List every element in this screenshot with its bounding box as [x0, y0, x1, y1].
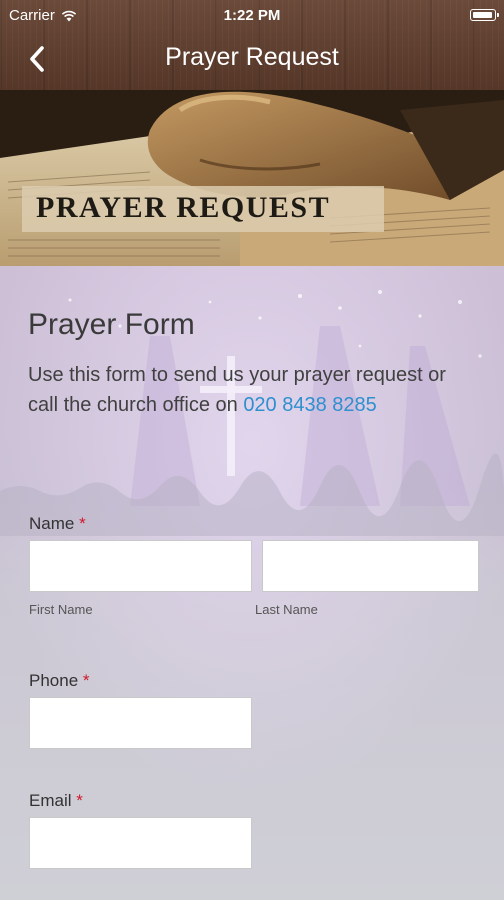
prayer-banner: PRAYER REQUEST: [0, 90, 504, 266]
form-intro: Use this form to send us your prayer req…: [28, 360, 468, 420]
status-time: 1:22 PM: [223, 7, 281, 24]
app-header: Carrier 1:22 PM Prayer Request: [0, 0, 504, 90]
email-label-text: Email: [29, 791, 72, 810]
last-name-input[interactable]: [262, 540, 479, 592]
status-bar: Carrier 1:22 PM: [0, 0, 504, 32]
nav-title: Prayer Request: [165, 43, 339, 71]
first-name-input[interactable]: [29, 540, 252, 592]
name-label: Name *: [29, 514, 86, 534]
email-input[interactable]: [29, 817, 252, 869]
email-label: Email *: [29, 791, 83, 811]
form-intro-text: Use this form to send us your prayer req…: [28, 364, 446, 416]
last-name-sublabel: Last Name: [255, 602, 318, 617]
battery-icon: [470, 9, 499, 21]
first-name-sublabel: First Name: [29, 602, 93, 617]
phone-label-text: Phone: [29, 671, 79, 690]
form-title: Prayer Form: [28, 308, 195, 341]
required-marker: *: [82, 671, 90, 690]
banner-title: PRAYER REQUEST: [36, 191, 331, 224]
required-marker: *: [79, 514, 86, 533]
required-marker: *: [76, 791, 83, 810]
name-label-text: Name: [29, 514, 75, 533]
praying-hands-bible-image: [0, 90, 504, 266]
phone-input[interactable]: [29, 697, 252, 749]
navigation-bar: Prayer Request: [0, 32, 504, 90]
prayer-form-section: Prayer Form Use this form to send us you…: [0, 266, 504, 900]
church-office-phone-link[interactable]: 020 8438 8285: [243, 394, 376, 416]
phone-label: Phone *: [29, 671, 90, 691]
